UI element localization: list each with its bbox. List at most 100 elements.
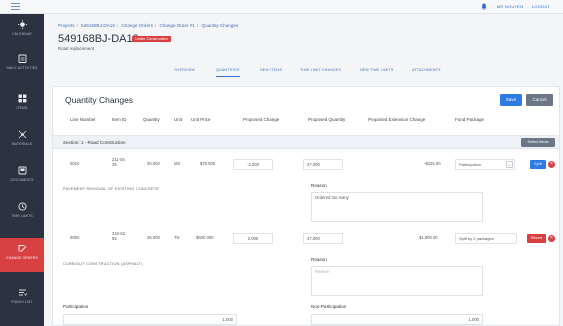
fund-package-value: Split by 2 packages xyxy=(459,236,494,241)
tab-attachments[interactable]: Attachments xyxy=(412,68,441,77)
revert-button[interactable]: Revert xyxy=(527,234,546,243)
change-icon xyxy=(18,245,26,252)
sidebar-item-label: Time Limits xyxy=(11,214,33,218)
quantity-changes-card: Quantity Changes Save Cancel Line Number… xyxy=(52,86,560,326)
grid-icon xyxy=(18,94,26,103)
column-header-line-number: Line Number xyxy=(70,117,96,122)
breadcrumb-projects[interactable]: Projects xyxy=(58,23,75,28)
item-description: CURB/GUT CONSTRUCTION (ASPHALT) xyxy=(63,262,143,266)
tab-new-items[interactable]: New Items xyxy=(260,68,282,77)
proposed-change-input[interactable]: 2.000 xyxy=(233,233,273,244)
breadcrumb-change-orders[interactable]: Change Orders xyxy=(121,23,152,28)
remove-row-icon[interactable]: × xyxy=(548,235,555,242)
reason-label: Reason xyxy=(311,257,327,262)
proposed-change-input[interactable]: -3.000 xyxy=(233,159,273,170)
quantity: 45.000 xyxy=(147,235,160,240)
clipboard-icon xyxy=(18,54,26,63)
sidebar-item-items[interactable]: Items xyxy=(0,88,44,122)
sidebar-item-label: Materials xyxy=(11,142,33,146)
sidebar-item-label: Documents xyxy=(10,178,34,182)
section-title: Section: 1 - Road Construction xyxy=(63,140,126,145)
reason-label: Reason xyxy=(311,183,327,188)
user-menu-link[interactable]: MR NGUYEN xyxy=(497,4,523,9)
reason-textarea[interactable]: Reason xyxy=(311,266,483,296)
tab-time-limit-changes[interactable]: Time Limit Changes xyxy=(300,68,341,77)
sidebar-item-time-limits[interactable]: Time Limits xyxy=(0,196,44,230)
extension-change: $1,000.00 xyxy=(419,235,438,240)
sidebar-item-documents[interactable]: Documents xyxy=(0,160,44,194)
proposed-quantity-input[interactable]: 27.000 xyxy=(303,159,343,170)
card-title: Quantity Changes xyxy=(65,95,134,105)
sidebar-item-label: Change Orders xyxy=(6,256,38,260)
column-header-fund-package: Fund Package xyxy=(455,117,485,122)
fund-package-select[interactable]: Participation ⌄ xyxy=(455,159,515,170)
proposed-quantity-input[interactable]: 47.000 xyxy=(303,233,343,244)
column-header-unit-price: Unit Price xyxy=(191,117,211,122)
fund-package-value: Participation xyxy=(459,162,482,167)
column-header-item-id: Item ID xyxy=(112,117,127,122)
unit-price: $75.000 xyxy=(200,161,216,166)
page-title: 549168BJ-DA19 xyxy=(58,33,139,45)
breadcrumb-project[interactable]: 549168BJ-DA19 xyxy=(81,23,115,28)
section-header: Section: 1 - Road Construction Select It… xyxy=(53,135,559,149)
unit-price: $500.000 xyxy=(196,235,214,240)
logout-link[interactable]: LOGOUT xyxy=(532,4,550,9)
column-header-unit: Unit xyxy=(174,117,183,122)
column-header-extension-change: Proposed Extension Change xyxy=(368,117,426,122)
list-icon xyxy=(18,289,27,296)
breadcrumb-current: Quantity Changes xyxy=(201,23,239,28)
breadcrumb: Projects/ 549168BJ-DA19/ Change Orders / … xyxy=(58,23,238,28)
sidebar-item-calendar[interactable]: Calendar xyxy=(0,14,44,48)
column-header-proposed-quantity: Proposed Quantity xyxy=(308,117,346,122)
sun-icon xyxy=(17,20,27,29)
extension-change: -$225.00 xyxy=(424,161,441,166)
chevron-down-icon[interactable]: ⌄ xyxy=(506,161,513,168)
sidebar-item-punch-list[interactable]: Punch List xyxy=(0,282,44,316)
hamburger-menu-icon[interactable] xyxy=(11,3,20,10)
top-bar: MR NGUYEN LOGOUT xyxy=(0,0,563,14)
breadcrumb-separator: / xyxy=(154,23,157,28)
save-button[interactable]: Save xyxy=(500,94,522,106)
cancel-button[interactable]: Cancel xyxy=(526,94,553,106)
tab-overview[interactable]: Overview xyxy=(174,68,195,77)
split-button[interactable]: Split xyxy=(530,160,546,169)
unit: M3 xyxy=(174,161,180,166)
sidebar-item-materials[interactable]: Materials xyxy=(0,124,44,158)
participation-label: Participation xyxy=(63,304,89,309)
fund-package-select[interactable]: Split by 2 packages xyxy=(455,233,517,244)
quantity: 30.000 xyxy=(147,161,160,166)
document-icon xyxy=(18,166,26,175)
line-number: 0050 xyxy=(70,235,80,240)
sidebar-item-change-orders[interactable]: Change Orders xyxy=(0,238,44,272)
status-badge: Under Construction xyxy=(132,36,171,42)
bell-icon[interactable] xyxy=(481,3,487,10)
sidebar-item-label: Daily Activities xyxy=(6,66,38,70)
sidebar-item-label: Items xyxy=(16,106,28,110)
column-header-proposed-change: Proposed Change xyxy=(243,117,280,122)
remove-row-icon[interactable]: × xyxy=(548,161,555,168)
breadcrumb-separator: / xyxy=(76,23,78,28)
project-subtitle: Road replacement xyxy=(58,46,94,51)
line-number: 0010 xyxy=(70,161,80,166)
sidebar: Calendar Daily Activities Items Material… xyxy=(0,14,44,326)
sidebar-item-daily-activities[interactable]: Daily Activities xyxy=(0,48,44,82)
network-icon xyxy=(18,130,26,139)
breadcrumb-separator: / xyxy=(196,23,199,28)
reason-textarea[interactable]: Ordered too many xyxy=(311,192,483,222)
item-id: 310-6255 xyxy=(112,231,126,241)
select-items-button[interactable]: Select Items xyxy=(521,138,555,147)
sidebar-item-label: Calendar xyxy=(12,32,32,36)
unit: TN xyxy=(174,235,180,240)
tab-new-time-limits[interactable]: New Time Limits xyxy=(360,68,393,77)
non-participation-input[interactable]: 1.000 xyxy=(311,314,483,325)
tab-quantities[interactable]: Quantities xyxy=(216,68,240,77)
clock-icon xyxy=(17,202,27,211)
item-id: 211-0425 xyxy=(112,157,125,167)
participation-input[interactable]: 1.000 xyxy=(63,314,237,325)
non-participation-label: Non-Participation xyxy=(311,304,347,309)
sidebar-item-label: Punch List xyxy=(11,300,33,304)
item-description: PAVEMENT REMOVAL OF EXISTING CONCRETE xyxy=(63,187,160,191)
breadcrumb-change-order[interactable]: Change Order #1 xyxy=(159,23,195,28)
breadcrumb-separator: / xyxy=(116,23,119,28)
column-header-quantity: Quantity xyxy=(143,117,160,122)
